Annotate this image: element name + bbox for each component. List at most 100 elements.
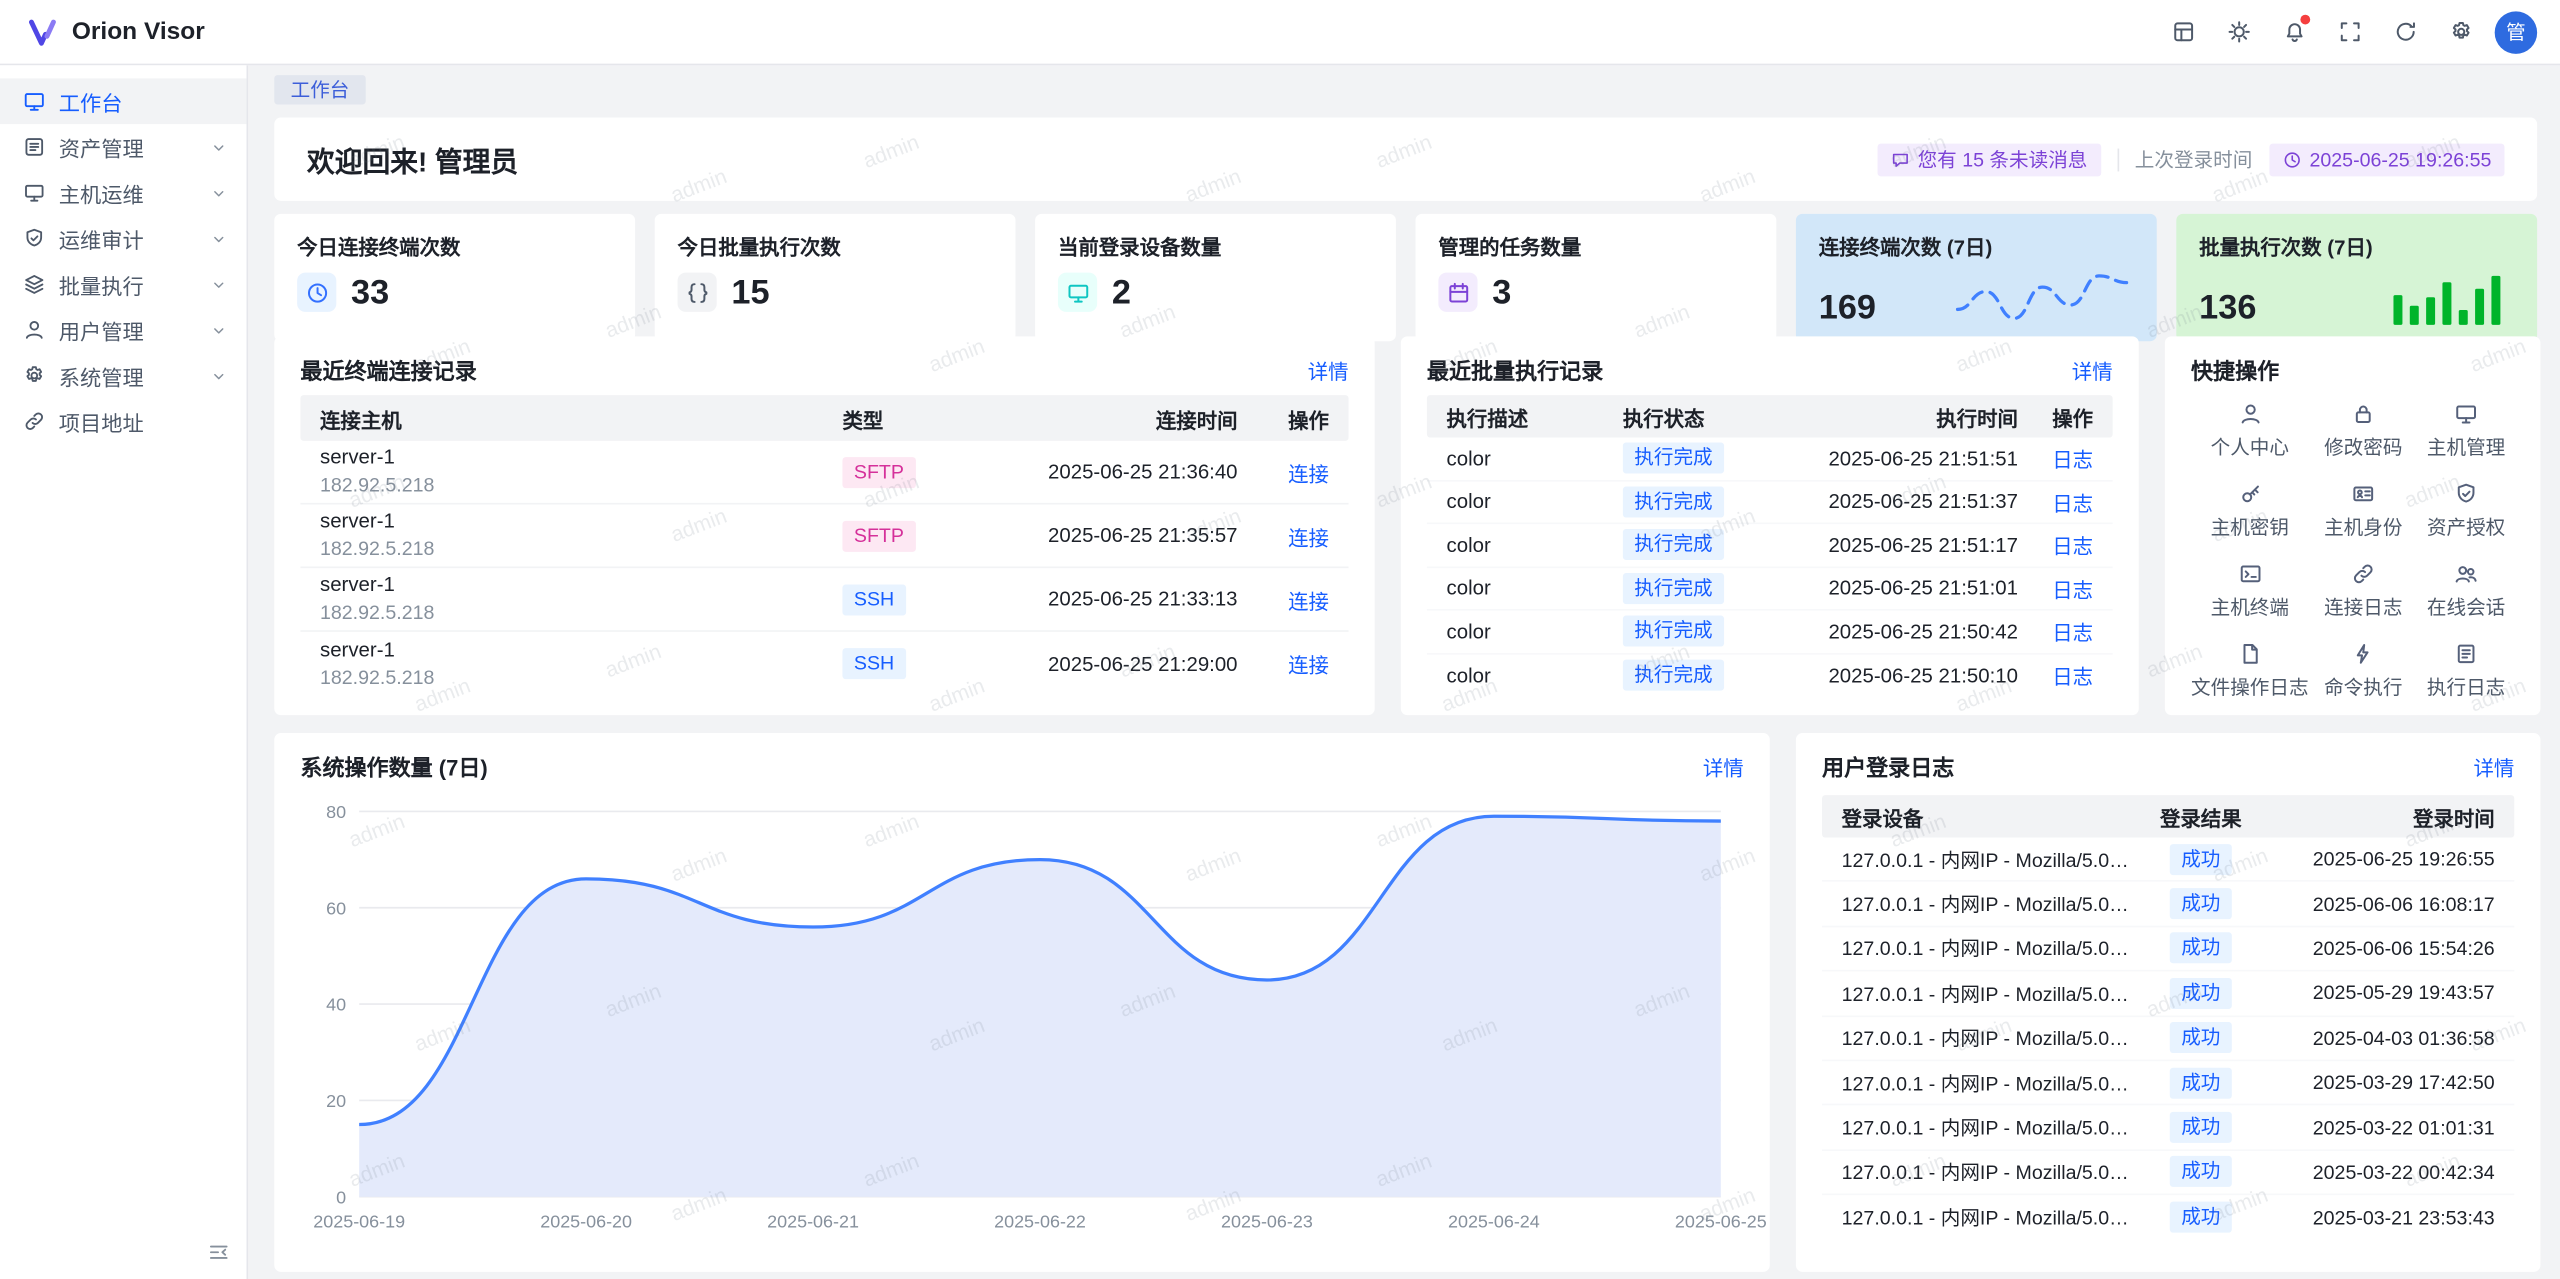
sidebar-item-label: 系统管理 xyxy=(59,360,144,391)
id-card-icon xyxy=(2351,482,2375,506)
col-status: 执行状态 xyxy=(1623,401,1773,432)
quick-item-asset-grant[interactable]: 资产授权 xyxy=(2418,482,2514,541)
terminal-row: server-1182.92.5.218 SFTP 2025-06-25 21:… xyxy=(300,504,1348,568)
breadcrumb-tab-workbench[interactable]: 工作台 xyxy=(274,75,365,104)
login-time: 2025-06-06 15:54:26 xyxy=(2256,937,2494,960)
welcome-title: 欢迎回来! 管理员 xyxy=(307,139,518,180)
user-avatar[interactable]: 管 xyxy=(2495,11,2537,53)
host-ip: 182.92.5.218 xyxy=(320,666,842,689)
sidebar-item-asset-management[interactable]: 资产管理 xyxy=(0,124,247,170)
status-tag: 执行完成 xyxy=(1623,616,1724,647)
quick-actions-grid: 个人中心 修改密码 主机管理 主机密钥 主机身份 资产授权 主机终端 连接日志 … xyxy=(2191,402,2514,701)
log-link[interactable]: 日志 xyxy=(2052,536,2093,559)
sidebar-item-label: 用户管理 xyxy=(59,314,144,345)
host-name: server-1 xyxy=(320,638,842,662)
svg-text:60: 60 xyxy=(326,898,346,918)
link-icon xyxy=(23,410,46,433)
terminal-detail-link[interactable]: 详情 xyxy=(1308,353,1349,384)
batch-row: color 执行完成 2025-06-25 21:51:51 日志 xyxy=(1427,438,2113,481)
quick-item-host-terminal[interactable]: 主机终端 xyxy=(2191,562,2309,621)
quick-item-host-management[interactable]: 主机管理 xyxy=(2418,402,2514,461)
log-link[interactable]: 日志 xyxy=(2052,449,2093,472)
batch-row: color 执行完成 2025-06-25 21:50:10 日志 xyxy=(1427,654,2113,697)
sidebar-item-ops-audit[interactable]: 运维审计 xyxy=(0,216,247,262)
status-tag: 执行完成 xyxy=(1623,660,1724,691)
app-root: Orion Visor 管 工作台 资产管理 主机 xyxy=(0,0,2560,1279)
result-tag: 成功 xyxy=(2170,1067,2232,1098)
terminal-sparkline xyxy=(1951,269,2134,325)
log-link[interactable]: 日志 xyxy=(2052,622,2093,645)
sidebar-item-label: 主机运维 xyxy=(59,177,144,208)
svg-text:2025-06-25: 2025-06-25 xyxy=(1675,1212,1767,1232)
type-tag: SSH xyxy=(842,648,905,679)
fullscreen-icon[interactable] xyxy=(2328,11,2370,53)
login-row: 127.0.0.1 - 内网IP - Mozilla/5.0 (Windows … xyxy=(1822,1061,2514,1106)
sidebar-item-host-ops[interactable]: 主机运维 xyxy=(0,170,247,216)
log-link[interactable]: 日志 xyxy=(2052,493,2093,516)
batch-detail-link[interactable]: 详情 xyxy=(2072,353,2113,384)
chevron-down-icon xyxy=(207,184,230,202)
quick-item-command-exec[interactable]: 命令执行 xyxy=(2315,642,2411,701)
gear-icon xyxy=(23,364,46,387)
terminal-icon xyxy=(2238,562,2262,586)
batch-row: color 执行完成 2025-06-25 21:51:17 日志 xyxy=(1427,524,2113,567)
sidebar-item-project-link[interactable]: 项目地址 xyxy=(0,398,247,444)
connect-link[interactable]: 连接 xyxy=(1288,463,1329,486)
braces-icon xyxy=(678,273,717,312)
shield-icon xyxy=(2454,482,2478,506)
refresh-icon[interactable] xyxy=(2384,11,2426,53)
sidebar-item-batch-exec[interactable]: 批量执行 xyxy=(0,261,247,307)
exec-desc: color xyxy=(1447,620,1623,643)
stat-value: 33 xyxy=(351,275,389,309)
monitor-icon xyxy=(2454,402,2478,426)
stat-card-batch-7d: 批量执行次数 (7日) 136 xyxy=(2176,214,2537,341)
quick-item-host-identity[interactable]: 主机身份 xyxy=(2315,482,2411,541)
notification-bell-icon[interactable] xyxy=(2273,11,2315,53)
sidebar-collapse-button[interactable] xyxy=(207,1240,233,1266)
type-tag: SFTP xyxy=(842,456,915,487)
exec-time: 2025-06-25 21:51:01 xyxy=(1773,577,2018,600)
table-header: 连接主机 类型 连接时间 操作 xyxy=(300,395,1348,441)
sidebar-item-user-management[interactable]: 用户管理 xyxy=(0,307,247,353)
terminal-row: server-1182.92.5.218 SSH 2025-06-25 21:2… xyxy=(300,632,1348,696)
batch-executions-panel: 最近批量执行记录 详情 执行描述 执行状态 执行时间 操作 color 执行完成… xyxy=(1401,336,2139,715)
connect-link[interactable]: 连接 xyxy=(1288,590,1329,613)
chevron-down-icon xyxy=(207,321,230,339)
file-icon xyxy=(2238,642,2262,666)
login-detail-link[interactable]: 详情 xyxy=(2473,750,2514,781)
stat-value: 2 xyxy=(1112,275,1131,309)
quick-item-file-op-log[interactable]: 文件操作日志 xyxy=(2191,642,2309,701)
quick-item-personal-center[interactable]: 个人中心 xyxy=(2191,402,2309,461)
exec-time: 2025-06-25 21:51:17 xyxy=(1773,533,2018,556)
sidebar-item-workbench[interactable]: 工作台 xyxy=(0,78,247,124)
layout-icon[interactable] xyxy=(2162,11,2204,53)
connect-link[interactable]: 连接 xyxy=(1288,655,1329,678)
quick-item-exec-log[interactable]: 执行日志 xyxy=(2418,642,2514,701)
theme-sun-icon[interactable] xyxy=(2217,11,2259,53)
col-action: 操作 xyxy=(2018,401,2093,432)
key-icon xyxy=(2238,482,2262,506)
sidebar-item-system-management[interactable]: 系统管理 xyxy=(0,353,247,399)
users-icon xyxy=(2454,562,2478,586)
user-icon xyxy=(23,318,46,341)
status-tag: 执行完成 xyxy=(1623,486,1724,517)
app-title: Orion Visor xyxy=(72,18,205,46)
welcome-banner: 欢迎回来! 管理员 您有 15 条未读消息 上次登录时间 2025-06-25 … xyxy=(274,118,2537,201)
quick-item-host-keys[interactable]: 主机密钥 xyxy=(2191,482,2309,541)
status-tag: 执行完成 xyxy=(1623,529,1724,560)
log-link[interactable]: 日志 xyxy=(2052,579,2093,602)
quick-item-connect-log[interactable]: 连接日志 xyxy=(2315,562,2411,621)
terminal-row: server-1182.92.5.218 SSH 2025-06-25 21:3… xyxy=(300,568,1348,632)
last-login-label: 上次登录时间 xyxy=(2135,145,2253,173)
connect-link[interactable]: 连接 xyxy=(1288,527,1329,550)
quick-item-change-password[interactable]: 修改密码 xyxy=(2315,402,2411,461)
stat-value: 169 xyxy=(1819,291,1876,325)
unread-messages-badge[interactable]: 您有 15 条未读消息 xyxy=(1877,143,2101,176)
host-name: server-1 xyxy=(320,574,842,598)
log-link[interactable]: 日志 xyxy=(2052,667,2093,690)
divider xyxy=(2117,148,2119,171)
chart-detail-link[interactable]: 详情 xyxy=(1703,750,1744,781)
login-row: 127.0.0.1 - 内网IP - Mozilla/5.0 (Windows … xyxy=(1822,972,2514,1017)
settings-gear-icon[interactable] xyxy=(2439,11,2481,53)
quick-item-online-sessions[interactable]: 在线会话 xyxy=(2418,562,2514,621)
